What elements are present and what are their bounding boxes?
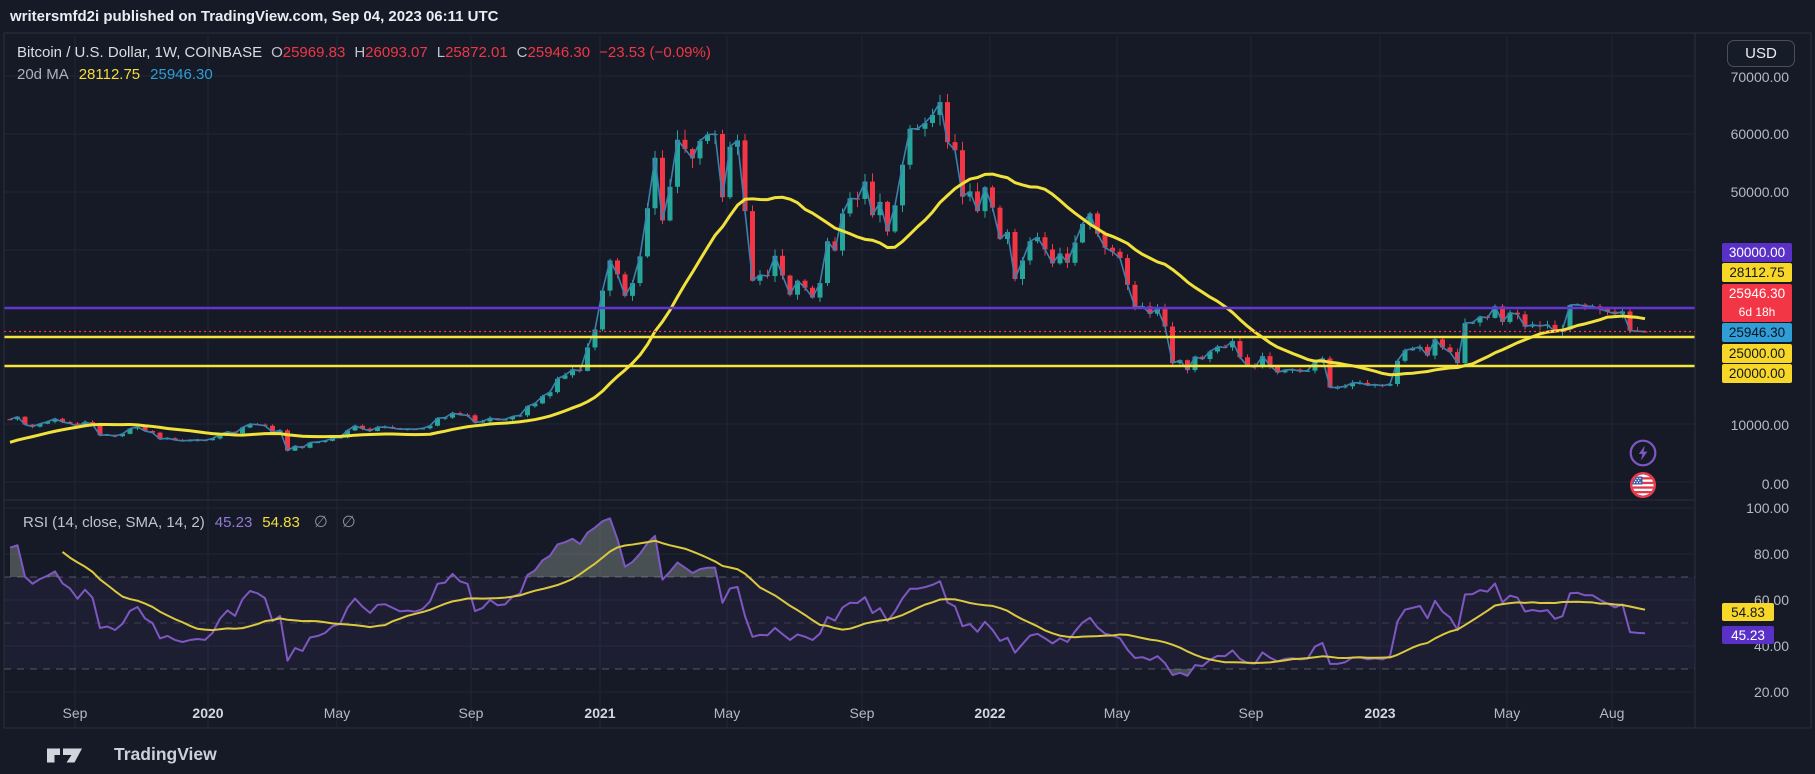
symbol-row: Bitcoin / U.S. Dollar, 1W, COINBASE O259… [17,44,711,61]
page: 70000.00 60000.00 50000.00 10000.00 0.00 100.… [0,0,1815,774]
tradingview-logo-icon [40,745,92,765]
currency-button[interactable]: USD [1727,40,1795,67]
low-value: 25872.01 [445,44,508,61]
ma-yellow-value: 28112.75 [79,66,140,83]
price-axis-label: 70000.00 [1731,69,1790,85]
time-axis-label: 2020 [192,705,223,721]
price-axis-label: 0.00 [1762,476,1789,492]
time-axis-label: Aug [1600,705,1625,721]
rsi-axis-label: 100.00 [1746,500,1789,516]
lightning-icon[interactable] [1628,438,1658,468]
rsi-ma-badge[interactable]: 54.83 [1722,603,1774,621]
close-label: C [517,44,528,61]
publish-bar: writersmfd2i published on TradingView.co… [10,8,499,25]
close-pair: C25946.30 [517,44,590,61]
ma-cyan-value: 25946.30 [150,66,213,83]
price-badge-yellow-level-20000[interactable]: 20000.00 [1722,364,1792,383]
level-lines-group [4,308,1695,366]
high-label: H [354,44,365,61]
time-axis-label: May [324,705,350,721]
price-axis-label: 10000.00 [1731,417,1790,433]
rsi-empty-slot-icon: ∅ [314,512,328,532]
time-axis-label: May [1494,705,1520,721]
price-badge-ma-cyan[interactable]: 25946.30 [1722,323,1792,342]
price-axis-label: 60000.00 [1731,126,1790,142]
rsi-pane [4,518,1695,675]
symbol-title[interactable]: Bitcoin / U.S. Dollar, 1W, COINBASE [17,44,262,61]
ma-row: 20d MA 28112.75 25946.30 [17,66,213,83]
footer-brand[interactable]: TradingView [40,744,217,765]
open-value: 25969.83 [283,44,346,61]
rsi-value: 45.23 [215,514,253,531]
open-label: O [271,44,283,61]
time-axis-label: 2022 [974,705,1005,721]
time-axis-label: Sep [63,705,88,721]
time-axis-label: Sep [459,705,484,721]
rsi-label[interactable]: RSI (14, close, SMA, 14, 2) [23,514,205,531]
rsi-value-badge[interactable]: 45.23 [1722,626,1774,644]
high-value: 26093.07 [365,44,428,61]
high-pair: H26093.07 [354,44,427,61]
price-badge-yellow-level-25000[interactable]: 25000.00 [1722,344,1792,363]
close-value: 25946.30 [528,44,591,61]
last-price-badge[interactable]: 25946.30 6d 18h [1722,284,1792,322]
rsi-ma-value: 54.83 [262,514,300,531]
flag-icon[interactable] [1628,470,1658,500]
time-axis-label: 2023 [1364,705,1395,721]
time-axis-label: May [1104,705,1130,721]
low-label: L [437,44,445,61]
time-axis-label: Sep [850,705,875,721]
bar-countdown: 6d 18h [1739,304,1776,321]
rsi-header: RSI (14, close, SMA, 14, 2) 45.23 54.83 … [23,512,356,532]
open-pair: O25969.83 [271,44,345,61]
time-axis-label: 2021 [584,705,615,721]
last-price-value: 25946.30 [1729,285,1785,304]
ma-label[interactable]: 20d MA [17,66,69,83]
time-axis-label: May [714,705,740,721]
rsi-axis-label: 20.00 [1754,684,1789,700]
price-badge-ma-yellow[interactable]: 28112.75 [1722,263,1792,282]
low-pair: L25872.01 [437,44,508,61]
main-pane [8,94,1648,451]
price-badge-purple-level[interactable]: 30000.00 [1722,243,1792,262]
price-axis-label: 50000.00 [1731,184,1790,200]
rsi-empty-slot-icon: ∅ [342,512,356,532]
time-axis-label: Sep [1239,705,1264,721]
change-value: −23.53 (−0.09%) [599,44,711,61]
chart-canvas[interactable]: 70000.00 60000.00 50000.00 10000.00 0.00 100.… [0,0,1815,774]
rsi-axis-label: 80.00 [1754,546,1789,562]
brand-text: TradingView [114,744,217,765]
